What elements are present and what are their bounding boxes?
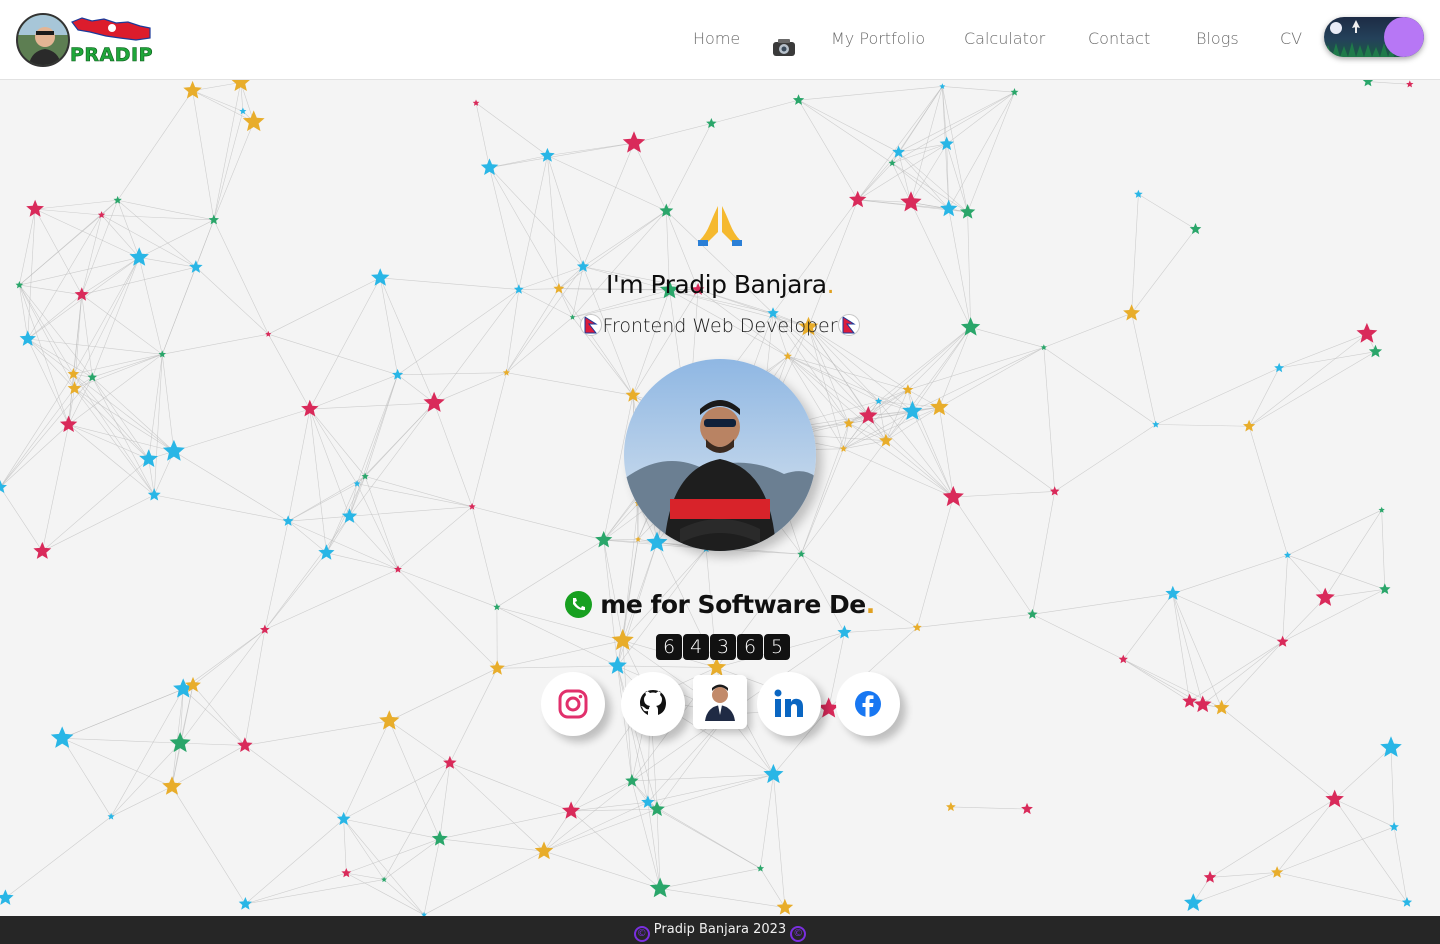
- profile-photo-icon: [693, 675, 747, 729]
- typed-cursor: .: [865, 590, 876, 619]
- toggle-knob: [1384, 17, 1424, 57]
- facebook-icon: [855, 691, 881, 717]
- counter-digit: 3: [710, 634, 736, 660]
- hero-name-text: I'm Pradip Banjara: [605, 270, 827, 299]
- nav-blogs[interactable]: Blogs: [1196, 29, 1239, 48]
- logo-text: PRADIP: [70, 44, 154, 67]
- camera-icon[interactable]: [770, 33, 798, 61]
- praying-hands-icon: [698, 206, 742, 246]
- rocket-icon: [1352, 20, 1360, 33]
- nepal-map-icon: [71, 17, 151, 41]
- nepal-flag-icon: [580, 314, 603, 336]
- counter-digit: 5: [764, 634, 790, 660]
- visitor-counter: 6 4 3 6 5: [656, 634, 790, 660]
- hero-section: I'm Pradip Banjara. Frontend Web Develop…: [0, 80, 1440, 916]
- footer: © Pradip Banjara 2023 ©: [0, 916, 1440, 944]
- moon-icon: [1330, 22, 1342, 34]
- nepal-flag-icon: [837, 314, 860, 336]
- footer-text: Pradip Banjara 2023: [653, 922, 787, 937]
- typed-text: me for Software De: [600, 590, 866, 619]
- copyright-icon: ©: [790, 926, 807, 942]
- nav-my-portfolio[interactable]: My Portfolio: [831, 29, 925, 48]
- hero-name: I'm Pradip Banjara.: [0, 270, 1440, 299]
- profile-photo: [624, 359, 816, 551]
- counter-digit: 6: [656, 634, 682, 660]
- facebook-link[interactable]: [836, 672, 900, 736]
- typed-text-row: me for Software De.: [0, 590, 1440, 619]
- instagram-icon: [558, 689, 588, 719]
- namaste-emoji: [696, 200, 744, 248]
- nav-contact[interactable]: Contact: [1088, 29, 1150, 48]
- counter-digit: 6: [737, 634, 763, 660]
- github-icon: [640, 690, 666, 715]
- linkedin-link[interactable]: [757, 672, 821, 736]
- site-logo[interactable]: PRADIP: [16, 12, 156, 68]
- github-link[interactable]: [621, 672, 685, 736]
- copyright-icon: ©: [633, 926, 650, 942]
- logo-avatar: [16, 13, 70, 67]
- hero-role: Frontend Web Developer: [0, 314, 1440, 337]
- nav-home[interactable]: Home: [693, 29, 740, 48]
- social-links: [0, 672, 1440, 742]
- role-text: Frontend Web Developer: [602, 315, 838, 337]
- profile-link[interactable]: [693, 675, 747, 729]
- nav-cv[interactable]: CV: [1280, 29, 1302, 48]
- instagram-link[interactable]: [541, 672, 605, 736]
- theme-toggle[interactable]: [1324, 17, 1424, 57]
- header: PRADIP Home My Portfolio Calculator Cont…: [0, 0, 1440, 80]
- linkedin-icon: [774, 689, 803, 717]
- counter-digit: 4: [683, 634, 709, 660]
- phone-icon[interactable]: [565, 591, 593, 618]
- hero-name-suffix: .: [826, 270, 835, 299]
- nav-calculator[interactable]: Calculator: [964, 29, 1045, 48]
